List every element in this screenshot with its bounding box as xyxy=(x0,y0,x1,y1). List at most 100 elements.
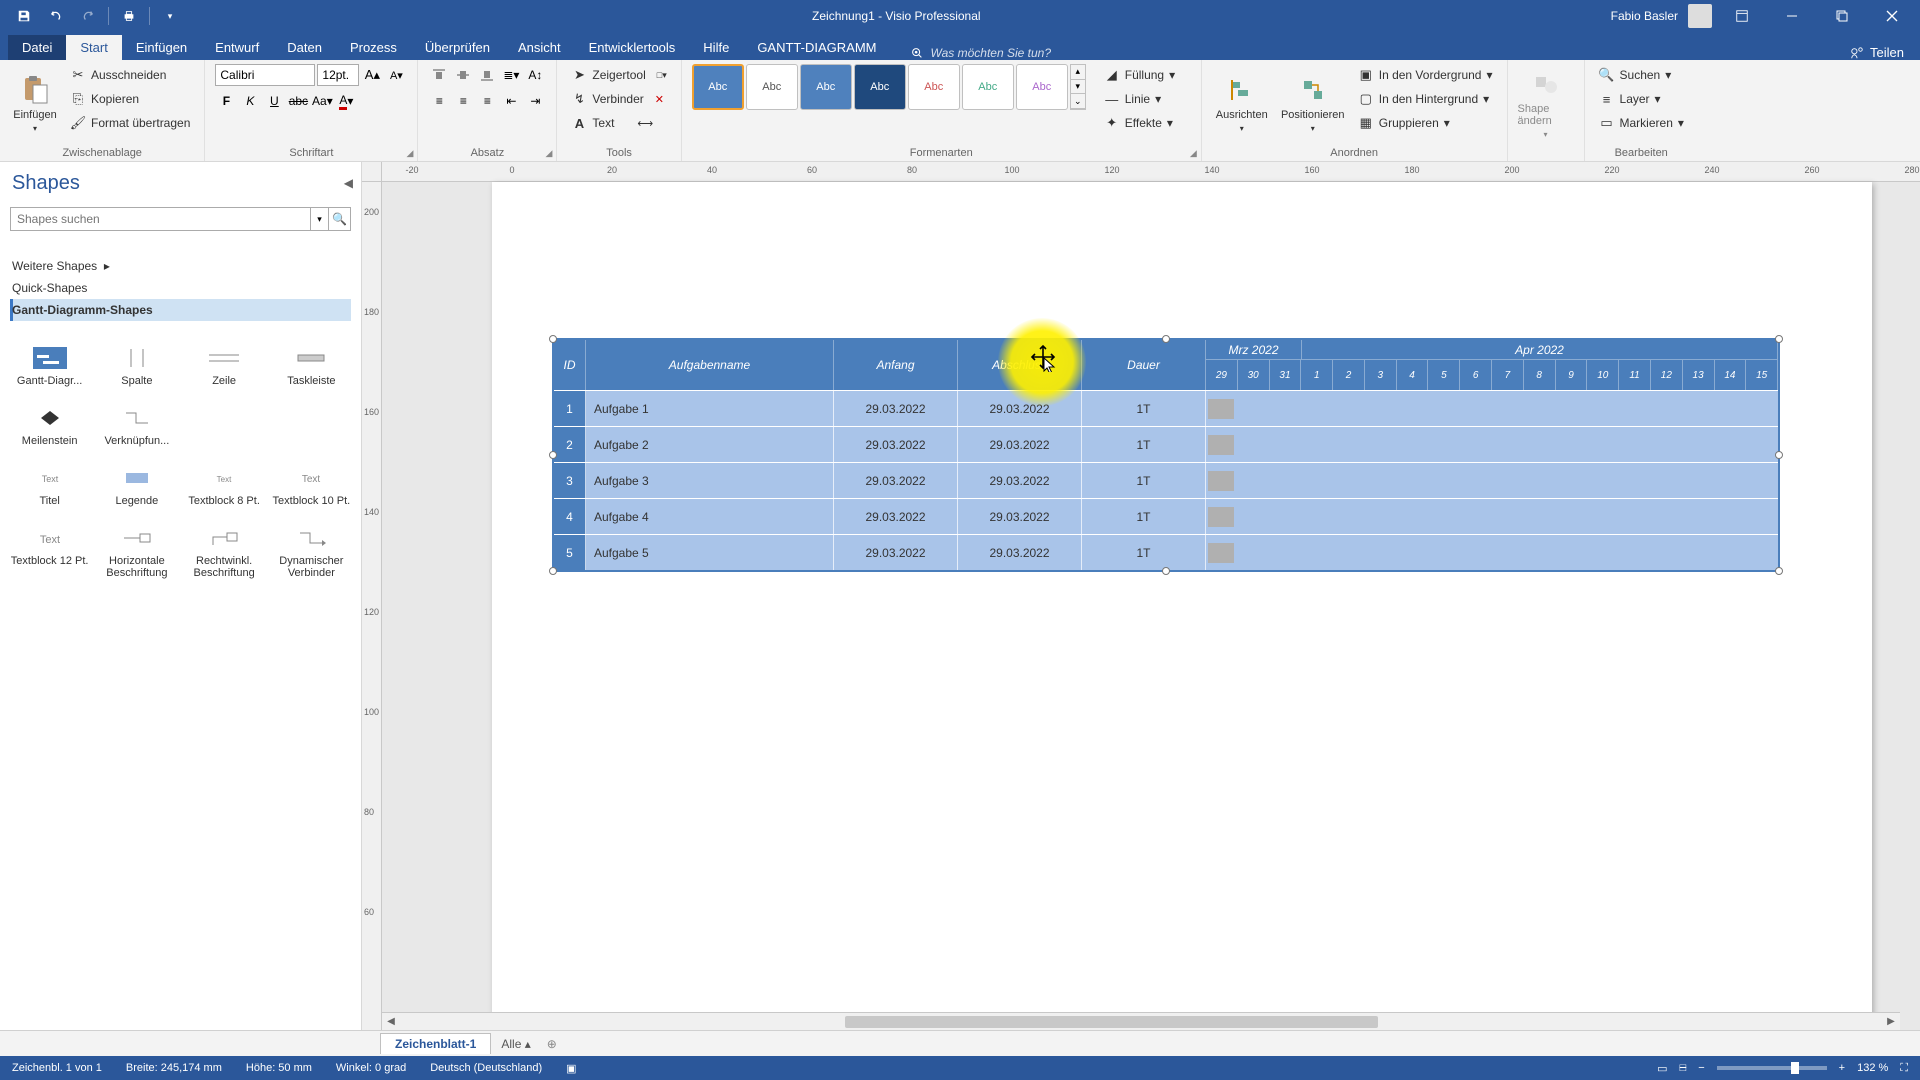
cell-timeline[interactable] xyxy=(1206,391,1778,426)
pointer-tool[interactable]: ➤Zeigertool□▾ xyxy=(567,64,670,86)
paste-button[interactable]: Einfügen ▾ xyxy=(10,64,60,142)
text-tool[interactable]: AText⟷ xyxy=(567,112,657,134)
qat-customize-icon[interactable]: ▾ xyxy=(158,4,182,28)
task-bar[interactable] xyxy=(1208,543,1234,563)
styles-launcher-icon[interactable]: ◢ xyxy=(1190,148,1197,159)
indent-increase-icon[interactable]: ⇥ xyxy=(524,90,546,112)
style-swatch[interactable]: Abc xyxy=(746,64,798,110)
save-icon[interactable] xyxy=(12,4,36,28)
user-name[interactable]: Fabio Basler xyxy=(1611,9,1678,23)
search-go-icon[interactable]: 🔍 xyxy=(329,207,351,231)
tell-me-search[interactable]: Was möchten Sie tun? xyxy=(910,46,1051,60)
style-swatch[interactable]: Abc xyxy=(1016,64,1068,110)
case-button[interactable]: Aa▾ xyxy=(311,90,333,112)
style-swatch[interactable]: Abc xyxy=(962,64,1014,110)
cell-name[interactable]: Aufgabe 1 xyxy=(586,391,834,426)
fill-button[interactable]: ◢Füllung ▾ xyxy=(1100,64,1179,86)
style-swatch[interactable]: Abc xyxy=(908,64,960,110)
align-right-icon[interactable]: ≡ xyxy=(476,90,498,112)
cell-end[interactable]: 29.03.2022 xyxy=(958,391,1082,426)
cell-timeline[interactable] xyxy=(1206,463,1778,498)
cell-id[interactable]: 2 xyxy=(554,427,586,462)
cell-duration[interactable]: 1T xyxy=(1082,391,1206,426)
col-header-name[interactable]: Aufgabenname xyxy=(586,340,834,390)
cell-id[interactable]: 1 xyxy=(554,391,586,426)
scroll-right-icon[interactable]: ▶ xyxy=(1882,1016,1900,1027)
align-bottom-icon[interactable] xyxy=(476,64,498,86)
canvas[interactable]: -200204060801001201401601802002202402602… xyxy=(362,162,1920,1030)
style-swatch[interactable]: Abc xyxy=(800,64,852,110)
undo-icon[interactable] xyxy=(44,4,68,28)
indent-decrease-icon[interactable]: ⇤ xyxy=(500,90,522,112)
table-row[interactable]: 3Aufgabe 329.03.202229.03.20221T xyxy=(554,462,1778,498)
bullets-icon[interactable]: ≣▾ xyxy=(500,64,522,86)
cell-duration[interactable]: 1T xyxy=(1082,463,1206,498)
col-header-id[interactable]: ID xyxy=(554,340,586,390)
status-lang[interactable]: Deutsch (Deutschland) xyxy=(430,1062,542,1074)
gantt-chart[interactable]: ID Aufgabenname Anfang Abschluss Dauer M… xyxy=(552,338,1780,572)
align-button[interactable]: Ausrichten▾ xyxy=(1212,64,1272,142)
italic-button[interactable]: K xyxy=(239,90,261,112)
font-size-input[interactable] xyxy=(317,64,359,86)
underline-button[interactable]: U xyxy=(263,90,285,112)
shape-row[interactable]: Zeile xyxy=(183,345,266,387)
align-top-icon[interactable] xyxy=(428,64,450,86)
horizontal-scrollbar[interactable]: ◀ ▶ xyxy=(382,1012,1900,1030)
align-center-icon[interactable]: ≡ xyxy=(452,90,474,112)
search-dropdown-icon[interactable]: ▾ xyxy=(311,207,329,231)
tab-help[interactable]: Hilfe xyxy=(689,35,743,60)
shape-textblock-8[interactable]: TextTextblock 8 Pt. xyxy=(183,465,266,507)
more-shapes[interactable]: Weitere Shapes ▸ xyxy=(10,255,351,277)
align-middle-icon[interactable] xyxy=(452,64,474,86)
font-color-button[interactable]: A▾ xyxy=(335,90,357,112)
tab-file[interactable]: Datei xyxy=(8,35,66,60)
collapse-panel-icon[interactable]: ◀ xyxy=(344,176,353,190)
cell-end[interactable]: 29.03.2022 xyxy=(958,499,1082,534)
find-button[interactable]: 🔍Suchen ▾ xyxy=(1595,64,1688,86)
align-left-icon[interactable]: ≡ xyxy=(428,90,450,112)
sheet-tab-active[interactable]: Zeichenblatt-1 xyxy=(380,1033,491,1054)
shape-search-input[interactable] xyxy=(10,207,311,231)
cell-id[interactable]: 5 xyxy=(554,535,586,570)
cell-end[interactable]: 29.03.2022 xyxy=(958,463,1082,498)
font-name-input[interactable] xyxy=(215,64,315,86)
paragraph-launcher-icon[interactable]: ◢ xyxy=(545,148,552,159)
shape-horiz-callout[interactable]: Horizontale Beschriftung xyxy=(95,525,178,579)
orientation-icon[interactable]: A↕ xyxy=(524,64,546,86)
layer-button[interactable]: ≡Layer ▾ xyxy=(1595,88,1688,110)
col-header-duration[interactable]: Dauer xyxy=(1082,340,1206,390)
change-shape-button[interactable]: Shape ändern▾ xyxy=(1518,64,1574,142)
cell-start[interactable]: 29.03.2022 xyxy=(834,391,958,426)
cell-start[interactable]: 29.03.2022 xyxy=(834,499,958,534)
task-bar[interactable] xyxy=(1208,507,1234,527)
effects-button[interactable]: ✦Effekte ▾ xyxy=(1100,112,1179,134)
shape-textblock-12[interactable]: TextTextblock 12 Pt. xyxy=(8,525,91,579)
shrink-font-icon[interactable]: A▾ xyxy=(385,64,407,86)
cell-name[interactable]: Aufgabe 2 xyxy=(586,427,834,462)
tab-developer[interactable]: Entwicklertools xyxy=(575,35,690,60)
zoom-in-icon[interactable]: + xyxy=(1839,1062,1845,1074)
shape-dynamic-connector[interactable]: Dynamischer Verbinder xyxy=(270,525,353,579)
font-launcher-icon[interactable]: ◢ xyxy=(406,148,413,159)
cell-start[interactable]: 29.03.2022 xyxy=(834,463,958,498)
tab-home[interactable]: Start xyxy=(66,35,121,60)
cell-name[interactable]: Aufgabe 5 xyxy=(586,535,834,570)
group-button[interactable]: ▦Gruppieren ▾ xyxy=(1354,112,1497,134)
task-bar[interactable] xyxy=(1208,471,1234,491)
tab-gantt[interactable]: GANTT-DIAGRAMM xyxy=(743,35,890,60)
cell-name[interactable]: Aufgabe 3 xyxy=(586,463,834,498)
presentation-mode-icon[interactable]: ▭ xyxy=(1657,1062,1667,1075)
shape-column[interactable]: Spalte xyxy=(95,345,178,387)
tab-insert[interactable]: Einfügen xyxy=(122,35,201,60)
cell-end[interactable]: 29.03.2022 xyxy=(958,535,1082,570)
shape-link-lines[interactable]: Verknüpfun... xyxy=(95,405,178,447)
gantt-stencil[interactable]: Gantt-Diagramm-Shapes xyxy=(10,299,351,321)
cell-id[interactable]: 4 xyxy=(554,499,586,534)
cut-button[interactable]: ✂Ausschneiden xyxy=(66,64,194,86)
table-row[interactable]: 1Aufgabe 129.03.202229.03.20221T xyxy=(554,390,1778,426)
bring-front-button[interactable]: ▣In den Vordergrund ▾ xyxy=(1354,64,1497,86)
tab-review[interactable]: Überprüfen xyxy=(411,35,504,60)
fit-window-icon[interactable]: ⛶ xyxy=(1900,1062,1908,1075)
tab-data[interactable]: Daten xyxy=(273,35,336,60)
shape-taskbar[interactable]: Taskleiste xyxy=(270,345,353,387)
